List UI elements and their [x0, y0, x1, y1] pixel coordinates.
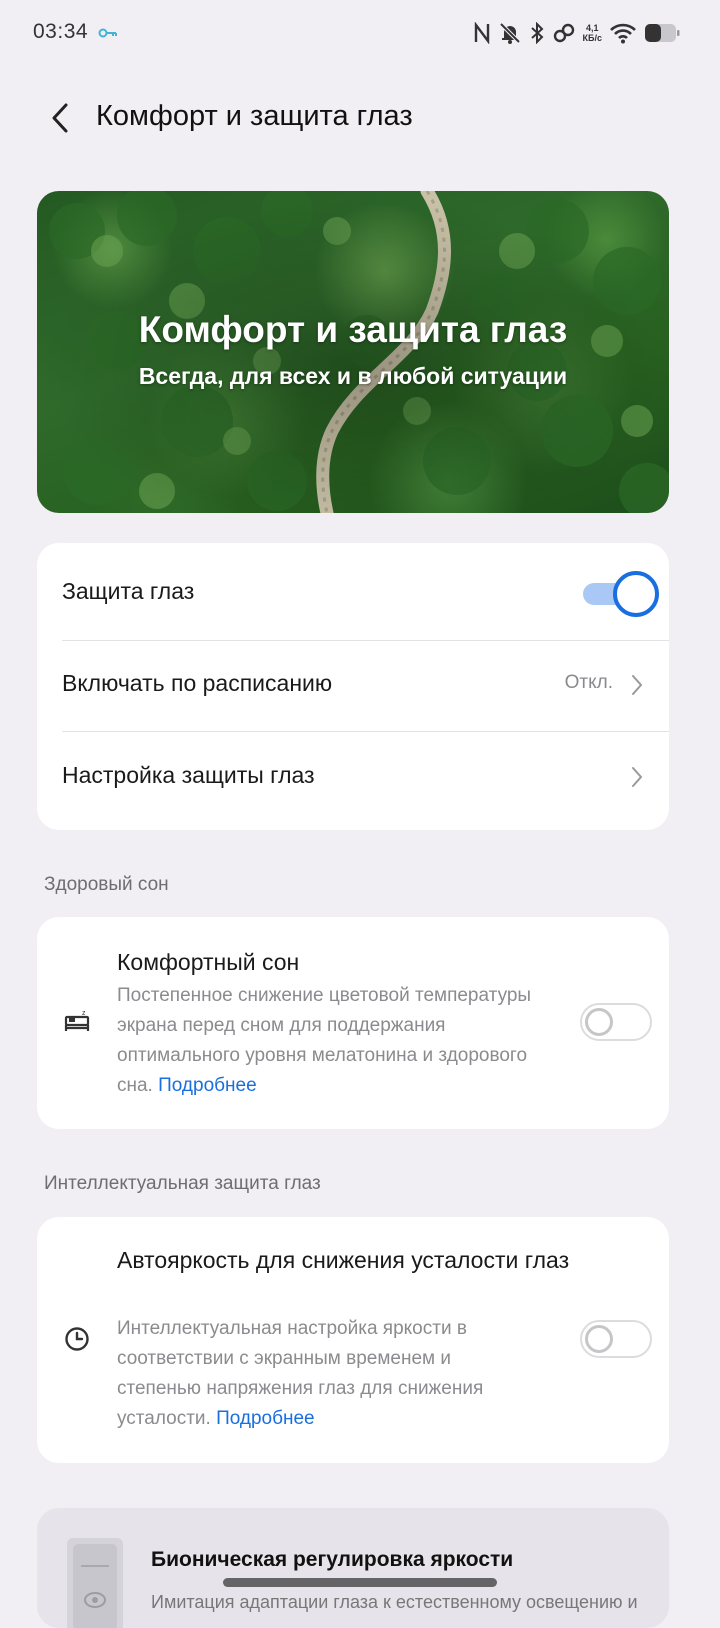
auto-brightness-title: Автояркость для снижения усталости глаз	[117, 1247, 570, 1273]
learn-more-link[interactable]: Подробнее	[216, 1408, 315, 1429]
home-indicator[interactable]	[223, 1578, 497, 1587]
learn-more-link[interactable]: Подробнее	[158, 1075, 257, 1096]
page-title: Комфорт и защита глаз	[96, 100, 413, 132]
eye-protection-label: Защита глаз	[62, 578, 195, 604]
bionic-description: Имитация адаптации глаза к естественному…	[151, 1592, 638, 1612]
auto-brightness-toggle[interactable]	[580, 1320, 652, 1358]
schedule-row[interactable]: Включать по расписанию Откл.	[37, 641, 669, 731]
svg-text:z: z	[82, 1010, 86, 1017]
back-button[interactable]	[40, 96, 80, 140]
schedule-label: Включать по расписанию	[62, 670, 333, 696]
section-heading-healthy-sleep: Здоровый сон	[44, 874, 169, 895]
comfort-sleep-description: Постепенное снижение цветовой температур…	[117, 985, 532, 1096]
status-time: 03:34	[33, 20, 89, 43]
schedule-value: Откл.	[564, 672, 613, 693]
bionic-brightness-card[interactable]: Бионическая регулировка яркости Имитация…	[37, 1508, 669, 1628]
eye-protection-row[interactable]: Защита глаз	[37, 543, 669, 640]
clock-icon	[65, 1327, 89, 1351]
net-speed: 4,1 КБ/с	[582, 23, 602, 43]
section-heading-smart-protection: Интеллектуальная защита глаз	[44, 1173, 321, 1194]
chevron-left-icon	[52, 103, 68, 133]
banner-title: Комфорт и защита глаз	[138, 309, 568, 350]
vpn-key-icon	[98, 26, 118, 44]
auto-brightness-card[interactable]: Автояркость для снижения усталости глаз …	[37, 1217, 669, 1463]
comfort-sleep-title: Комфортный сон	[117, 949, 300, 975]
link-icon	[553, 22, 575, 44]
nfc-icon	[473, 22, 491, 44]
chevron-right-icon	[632, 767, 643, 787]
bed-sleep-icon: z	[64, 1010, 90, 1031]
eye-protection-settings-label: Настройка защиты глаз	[62, 762, 315, 788]
status-bar: 03:34 4,1 КБ/с	[0, 0, 720, 66]
silent-bell-icon	[499, 22, 521, 44]
phone-illustration	[67, 1538, 123, 1628]
wifi-icon	[610, 22, 636, 44]
comfort-sleep-card[interactable]: z Комфортный сон Постепенное снижение цв…	[37, 917, 669, 1129]
eye-protection-toggle[interactable]	[583, 571, 659, 617]
battery-icon	[644, 22, 680, 44]
bluetooth-icon	[529, 22, 545, 44]
auto-brightness-description: Интеллектуальная настройка яркости в соо…	[117, 1318, 484, 1429]
banner-subtitle: Всегда, для всех и в любой ситуации	[138, 363, 568, 389]
comfort-sleep-toggle[interactable]	[580, 1003, 652, 1041]
eye-protection-settings-row[interactable]: Настройка защиты глаз	[37, 732, 669, 830]
eye-protection-card: Защита глаз Включать по расписанию Откл.…	[37, 543, 669, 830]
bionic-title: Бионическая регулировка яркости	[151, 1548, 514, 1571]
hero-banner: Комфорт и защита глаз Всегда, для всех и…	[37, 191, 669, 513]
chevron-right-icon	[632, 675, 643, 695]
